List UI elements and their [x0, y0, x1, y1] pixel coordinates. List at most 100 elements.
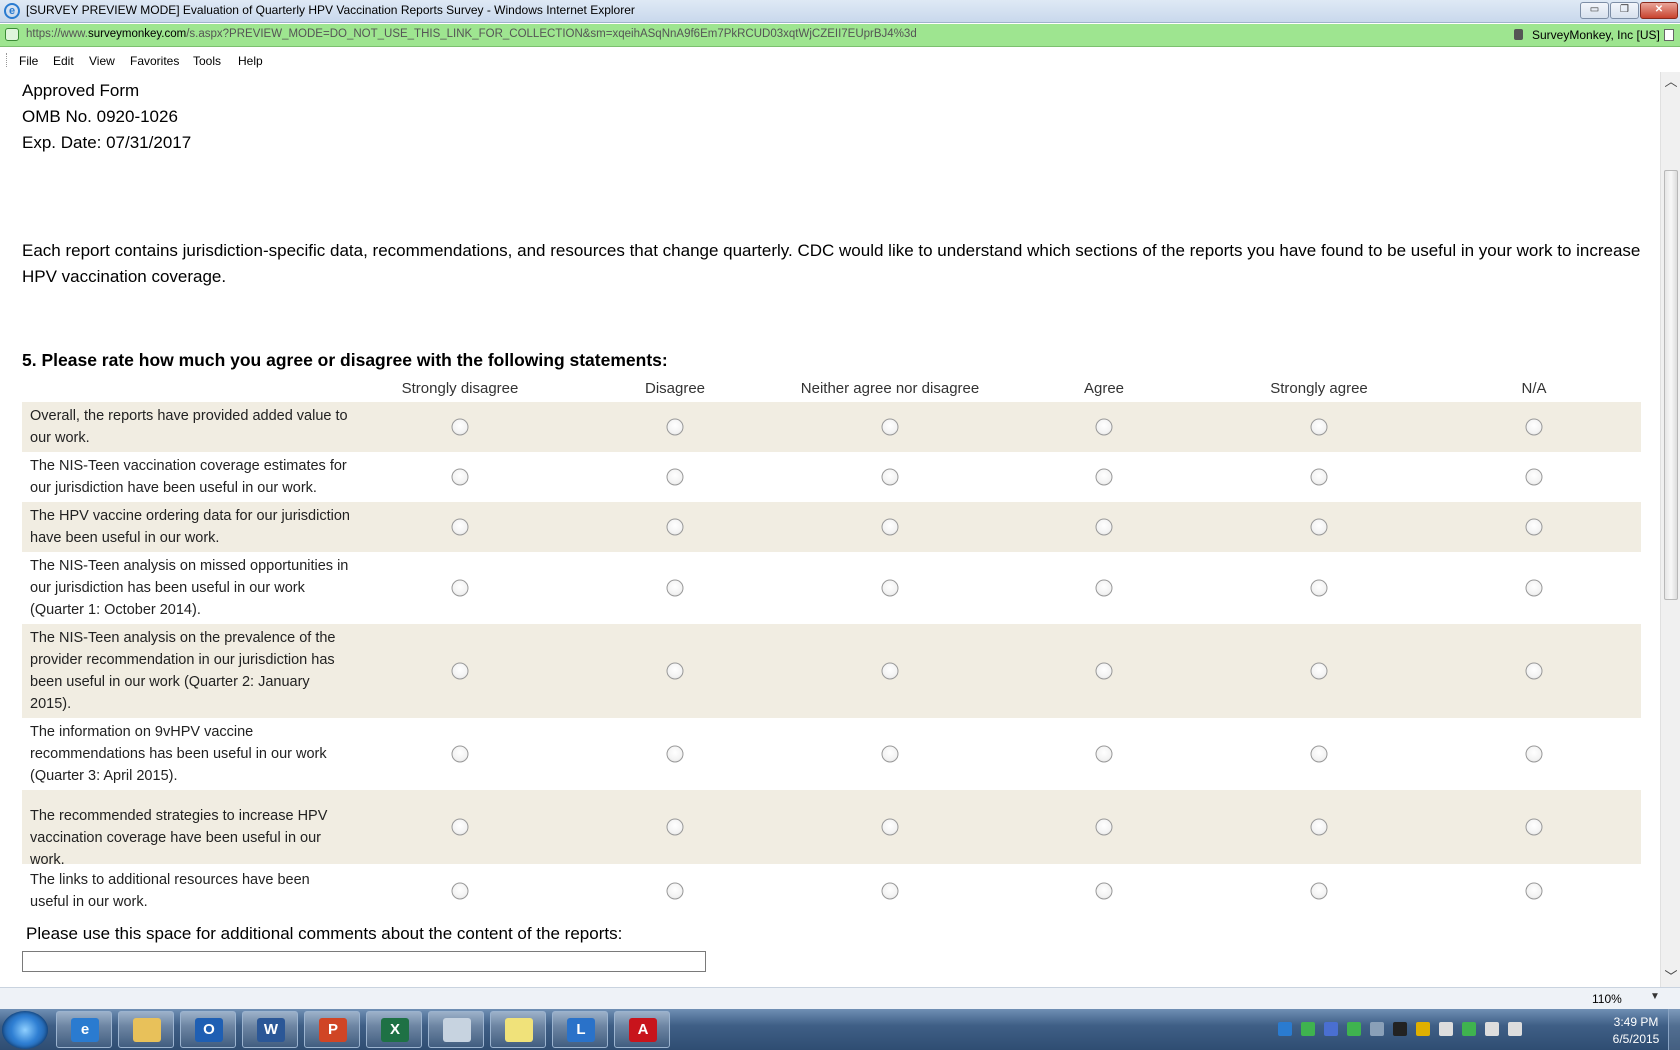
- radio-agree[interactable]: [1095, 662, 1113, 680]
- scroll-up-button[interactable]: ︿: [1661, 72, 1680, 92]
- taskbar-powerpoint-button[interactable]: P: [304, 1011, 360, 1048]
- menu-edit[interactable]: Edit: [53, 54, 74, 68]
- radio-disagree[interactable]: [666, 745, 684, 763]
- radio-strongly-agree[interactable]: [1310, 518, 1328, 536]
- radio-agree[interactable]: [1095, 882, 1113, 900]
- radio-na[interactable]: [1525, 518, 1543, 536]
- taskbar-lync-button[interactable]: L: [552, 1011, 608, 1048]
- row-statement: The links to additional resources have b…: [30, 872, 310, 910]
- radio-neither[interactable]: [881, 579, 899, 597]
- menu-file[interactable]: File: [19, 54, 38, 68]
- radio-disagree[interactable]: [666, 662, 684, 680]
- taskbar-sticky-notes-button[interactable]: [490, 1011, 546, 1048]
- radio-neither[interactable]: [881, 662, 899, 680]
- tray-icon[interactable]: [1324, 1022, 1338, 1036]
- radio-neither[interactable]: [881, 882, 899, 900]
- radio-agree[interactable]: [1095, 468, 1113, 486]
- clock-time[interactable]: 3:49 PM: [1606, 1015, 1666, 1029]
- tray-icon[interactable]: [1508, 1022, 1522, 1036]
- tray-icon[interactable]: [1278, 1022, 1292, 1036]
- radio-strongly-agree[interactable]: [1310, 745, 1328, 763]
- clock-date[interactable]: 6/5/2015: [1606, 1032, 1666, 1046]
- excel-icon: X: [381, 1018, 409, 1042]
- radio-na[interactable]: [1525, 818, 1543, 836]
- radio-strongly-disagree[interactable]: [451, 882, 469, 900]
- start-button[interactable]: [2, 1011, 48, 1049]
- vertical-scrollbar[interactable]: ︿ ﹀: [1660, 72, 1680, 987]
- radio-na[interactable]: [1525, 882, 1543, 900]
- zoom-dropdown-icon[interactable]: ▼: [1650, 991, 1660, 1002]
- radio-strongly-agree[interactable]: [1310, 662, 1328, 680]
- radio-neither[interactable]: [881, 818, 899, 836]
- tray-icon[interactable]: [1393, 1022, 1407, 1036]
- url-path: /s.aspx?PREVIEW_MODE=DO_NOT_USE_THIS_LIN…: [186, 28, 917, 40]
- feed-icon[interactable]: [1664, 29, 1674, 41]
- radio-agree[interactable]: [1095, 579, 1113, 597]
- taskbar-word-button[interactable]: W: [242, 1011, 298, 1048]
- radio-na[interactable]: [1525, 745, 1543, 763]
- scroll-down-button[interactable]: ﹀: [1661, 967, 1680, 987]
- tray-icon[interactable]: [1485, 1022, 1499, 1036]
- radio-na[interactable]: [1525, 579, 1543, 597]
- radio-neither[interactable]: [881, 518, 899, 536]
- menu-view[interactable]: View: [89, 54, 115, 68]
- radio-na[interactable]: [1525, 468, 1543, 486]
- radio-strongly-disagree[interactable]: [451, 468, 469, 486]
- radio-strongly-agree[interactable]: [1310, 882, 1328, 900]
- tray-icon[interactable]: [1347, 1022, 1361, 1036]
- restore-button[interactable]: ❐: [1610, 2, 1639, 19]
- menu-help[interactable]: Help: [238, 54, 263, 68]
- menu-favorites[interactable]: Favorites: [130, 54, 179, 68]
- radio-disagree[interactable]: [666, 418, 684, 436]
- tray-icon[interactable]: [1462, 1022, 1476, 1036]
- url-text[interactable]: https://www.surveymonkey.com/s.aspx?PREV…: [26, 28, 917, 40]
- radio-agree[interactable]: [1095, 745, 1113, 763]
- tray-icon[interactable]: [1439, 1022, 1453, 1036]
- taskbar-calculator-button[interactable]: [428, 1011, 484, 1048]
- close-button[interactable]: ✕: [1640, 2, 1678, 19]
- page-icon: [5, 28, 19, 41]
- radio-strongly-agree[interactable]: [1310, 818, 1328, 836]
- radio-agree[interactable]: [1095, 818, 1113, 836]
- scroll-thumb[interactable]: [1664, 170, 1678, 600]
- radio-strongly-agree[interactable]: [1310, 579, 1328, 597]
- radio-strongly-disagree[interactable]: [451, 579, 469, 597]
- taskbar-outlook-button[interactable]: O: [180, 1011, 236, 1048]
- address-bar[interactable]: https://www.surveymonkey.com/s.aspx?PREV…: [0, 24, 1680, 47]
- radio-strongly-agree[interactable]: [1310, 418, 1328, 436]
- comments-input[interactable]: [22, 951, 706, 972]
- minimize-button[interactable]: ▭: [1580, 2, 1609, 19]
- radio-strongly-agree[interactable]: [1310, 468, 1328, 486]
- taskbar-file-explorer-button[interactable]: [118, 1011, 174, 1048]
- radio-disagree[interactable]: [666, 818, 684, 836]
- radio-agree[interactable]: [1095, 418, 1113, 436]
- radio-agree[interactable]: [1095, 518, 1113, 536]
- radio-strongly-disagree[interactable]: [451, 518, 469, 536]
- radio-strongly-disagree[interactable]: [451, 745, 469, 763]
- radio-disagree[interactable]: [666, 579, 684, 597]
- row-statement: The HPV vaccine ordering data for our ju…: [30, 508, 350, 546]
- radio-na[interactable]: [1525, 418, 1543, 436]
- tray-icon[interactable]: [1301, 1022, 1315, 1036]
- taskbar-acrobat-button[interactable]: A: [614, 1011, 670, 1048]
- radio-neither[interactable]: [881, 418, 899, 436]
- tray-icon[interactable]: [1370, 1022, 1384, 1036]
- menu-tools[interactable]: Tools: [193, 54, 221, 68]
- window-title: [SURVEY PREVIEW MODE] Evaluation of Quar…: [26, 3, 635, 17]
- certificate-label[interactable]: SurveyMonkey, Inc [US]: [1532, 28, 1660, 42]
- zoom-level[interactable]: 110%: [1592, 992, 1622, 1006]
- radio-neither[interactable]: [881, 468, 899, 486]
- taskbar-internet-explorer-button[interactable]: e: [56, 1011, 112, 1048]
- radio-disagree[interactable]: [666, 468, 684, 486]
- radio-disagree[interactable]: [666, 518, 684, 536]
- radio-strongly-disagree[interactable]: [451, 418, 469, 436]
- tray-icon[interactable]: [1416, 1022, 1430, 1036]
- lock-icon[interactable]: [1514, 29, 1523, 40]
- radio-strongly-disagree[interactable]: [451, 662, 469, 680]
- radio-strongly-disagree[interactable]: [451, 818, 469, 836]
- radio-neither[interactable]: [881, 745, 899, 763]
- show-desktop-button[interactable]: [1668, 1009, 1680, 1050]
- radio-na[interactable]: [1525, 662, 1543, 680]
- radio-disagree[interactable]: [666, 882, 684, 900]
- taskbar-excel-button[interactable]: X: [366, 1011, 422, 1048]
